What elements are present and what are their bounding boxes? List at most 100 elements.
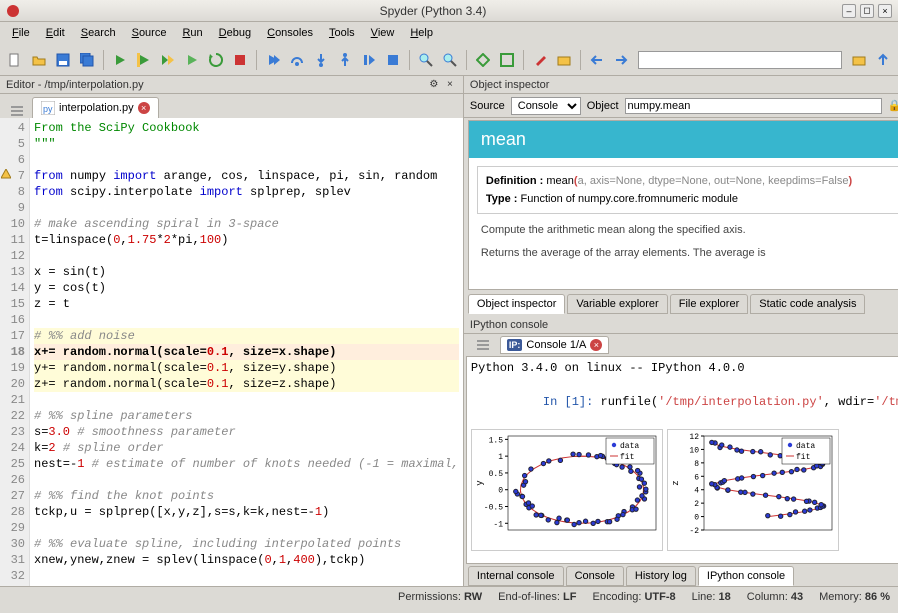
step-into-icon[interactable] xyxy=(310,49,332,71)
window-maximize-icon[interactable]: ◻ xyxy=(860,4,874,18)
inline-plots: -1-0.500.511.5ydatafit -2024681012zdataf… xyxy=(471,429,898,551)
fullscreen-icon[interactable] xyxy=(496,49,518,71)
pane-close-icon[interactable]: × xyxy=(443,78,457,92)
tab-history-log[interactable]: History log xyxy=(626,566,696,586)
save-icon[interactable] xyxy=(52,49,74,71)
inspector-definition-box: Definition : mean(a, axis=None, dtype=No… xyxy=(477,166,898,214)
svg-text:-1: -1 xyxy=(493,520,503,529)
svg-text:12: 12 xyxy=(689,433,699,442)
code-area[interactable]: From the SciPy Cookbook"""from numpy imp… xyxy=(30,118,463,586)
continue-icon[interactable] xyxy=(358,49,380,71)
step-out-icon[interactable] xyxy=(334,49,356,71)
back-icon[interactable] xyxy=(586,49,608,71)
menu-search[interactable]: Search xyxy=(73,25,124,41)
debug-stop-icon[interactable] xyxy=(382,49,404,71)
editor-pane-header: Editor - /tmp/interpolation.py ⚙ × xyxy=(0,76,463,94)
menu-bar: FileEditSearchSourceRunDebugConsolesTool… xyxy=(0,22,898,44)
preferences-icon[interactable] xyxy=(529,49,551,71)
browse-dir-icon[interactable] xyxy=(848,49,870,71)
inspector-source-row: Source Console Object 🔒 ⚙ xyxy=(464,94,898,118)
working-directory-input[interactable] xyxy=(638,51,842,69)
source-label: Source xyxy=(470,100,505,112)
save-all-icon[interactable] xyxy=(76,49,98,71)
menu-help[interactable]: Help xyxy=(402,25,441,41)
menu-run[interactable]: Run xyxy=(174,25,210,41)
lock-icon[interactable]: 🔒 xyxy=(888,99,898,112)
zoom-out-icon[interactable] xyxy=(415,49,437,71)
status-eol: End-of-lines: LF xyxy=(498,591,576,603)
status-column: Column: 43 xyxy=(747,591,803,603)
object-input[interactable] xyxy=(625,98,882,114)
ipython-pane-header: IPython console ⚙ × xyxy=(464,316,898,334)
stop-icon[interactable] xyxy=(229,49,251,71)
window-close-icon[interactable]: × xyxy=(878,4,892,18)
menu-consoles[interactable]: Consoles xyxy=(259,25,321,41)
svg-text:4: 4 xyxy=(694,487,699,496)
spyder-app-icon xyxy=(6,4,20,18)
up-dir-icon[interactable] xyxy=(872,49,894,71)
code-editor[interactable]: 456 789101112131415161718192021222324252… xyxy=(0,118,463,586)
console-list-icon[interactable] xyxy=(470,338,496,352)
svg-text:8: 8 xyxy=(694,460,699,469)
python-file-icon: py xyxy=(41,101,55,115)
pane-options-icon[interactable]: ⚙ xyxy=(427,78,441,92)
editor-tab-label: interpolation.py xyxy=(59,102,134,114)
ipython-output[interactable]: Python 3.4.0 on linux -- IPython 4.0.0 I… xyxy=(466,356,898,564)
debug-icon[interactable] xyxy=(262,49,284,71)
zoom-in-icon[interactable] xyxy=(439,49,461,71)
svg-text:data: data xyxy=(620,442,639,451)
run-icon[interactable] xyxy=(109,49,131,71)
run-again-icon[interactable] xyxy=(205,49,227,71)
close-icon[interactable]: × xyxy=(590,339,602,351)
open-file-icon[interactable] xyxy=(28,49,50,71)
svg-text:6: 6 xyxy=(694,473,699,482)
new-file-icon[interactable] xyxy=(4,49,26,71)
svg-text:2: 2 xyxy=(694,500,699,509)
tab-ipython-console[interactable]: IPython console xyxy=(698,566,794,586)
menu-tools[interactable]: Tools xyxy=(321,25,363,41)
svg-text:z: z xyxy=(671,480,681,485)
menu-debug[interactable]: Debug xyxy=(211,25,259,41)
ipython-banner: Python 3.4.0 on linux -- IPython 4.0.0 xyxy=(471,361,898,375)
editor-tab-interpolation[interactable]: py interpolation.py × xyxy=(32,97,159,118)
svg-text:0: 0 xyxy=(498,487,503,496)
tab-static-code-analysis[interactable]: Static code analysis xyxy=(750,294,865,314)
plot-2: -2024681012zdatafit xyxy=(667,429,839,551)
menu-file[interactable]: File xyxy=(4,25,38,41)
run-cell-icon[interactable] xyxy=(133,49,155,71)
editor-pane-title: Editor - /tmp/interpolation.py xyxy=(6,79,425,91)
svg-text:-2: -2 xyxy=(689,527,699,536)
status-bar: Permissions: RW End-of-lines: LF Encodin… xyxy=(0,586,898,606)
file-list-icon[interactable] xyxy=(4,104,30,118)
tab-file-explorer[interactable]: File explorer xyxy=(670,294,749,314)
inspector-title: mean xyxy=(469,121,898,158)
pythonpath-icon[interactable] xyxy=(553,49,575,71)
editor-tabs: py interpolation.py × xyxy=(0,94,463,118)
tab-variable-explorer[interactable]: Variable explorer xyxy=(567,294,667,314)
menu-source[interactable]: Source xyxy=(124,25,175,41)
inspector-description: Compute the arithmetic mean along the sp… xyxy=(469,222,898,261)
step-over-icon[interactable] xyxy=(286,49,308,71)
source-select[interactable]: Console xyxy=(511,97,581,115)
ipython-tab-label: Console 1/A xyxy=(526,339,586,351)
run-cell-advance-icon[interactable] xyxy=(157,49,179,71)
status-line: Line: 18 xyxy=(692,591,731,603)
ipython-bottom-tabs: Internal consoleConsoleHistory logIPytho… xyxy=(464,564,898,586)
tab-internal-console[interactable]: Internal console xyxy=(468,566,564,586)
svg-text:fit: fit xyxy=(620,453,634,462)
menu-edit[interactable]: Edit xyxy=(38,25,73,41)
maximize-pane-icon[interactable] xyxy=(472,49,494,71)
status-memory: Memory: 86 % xyxy=(819,591,890,603)
menu-view[interactable]: View xyxy=(363,25,403,41)
close-icon[interactable]: × xyxy=(138,102,150,114)
tab-object-inspector[interactable]: Object inspector xyxy=(468,294,565,314)
forward-icon[interactable] xyxy=(610,49,632,71)
status-encoding: Encoding: UTF-8 xyxy=(592,591,675,603)
ipython-tab-console1[interactable]: IP: Console 1/A × xyxy=(500,336,609,354)
run-selection-icon[interactable] xyxy=(181,49,203,71)
svg-text:data: data xyxy=(796,442,815,451)
svg-text:10: 10 xyxy=(689,446,699,455)
ipython-pane-title: IPython console xyxy=(470,319,894,331)
tab-console[interactable]: Console xyxy=(566,566,624,586)
window-minimize-icon[interactable]: – xyxy=(842,4,856,18)
